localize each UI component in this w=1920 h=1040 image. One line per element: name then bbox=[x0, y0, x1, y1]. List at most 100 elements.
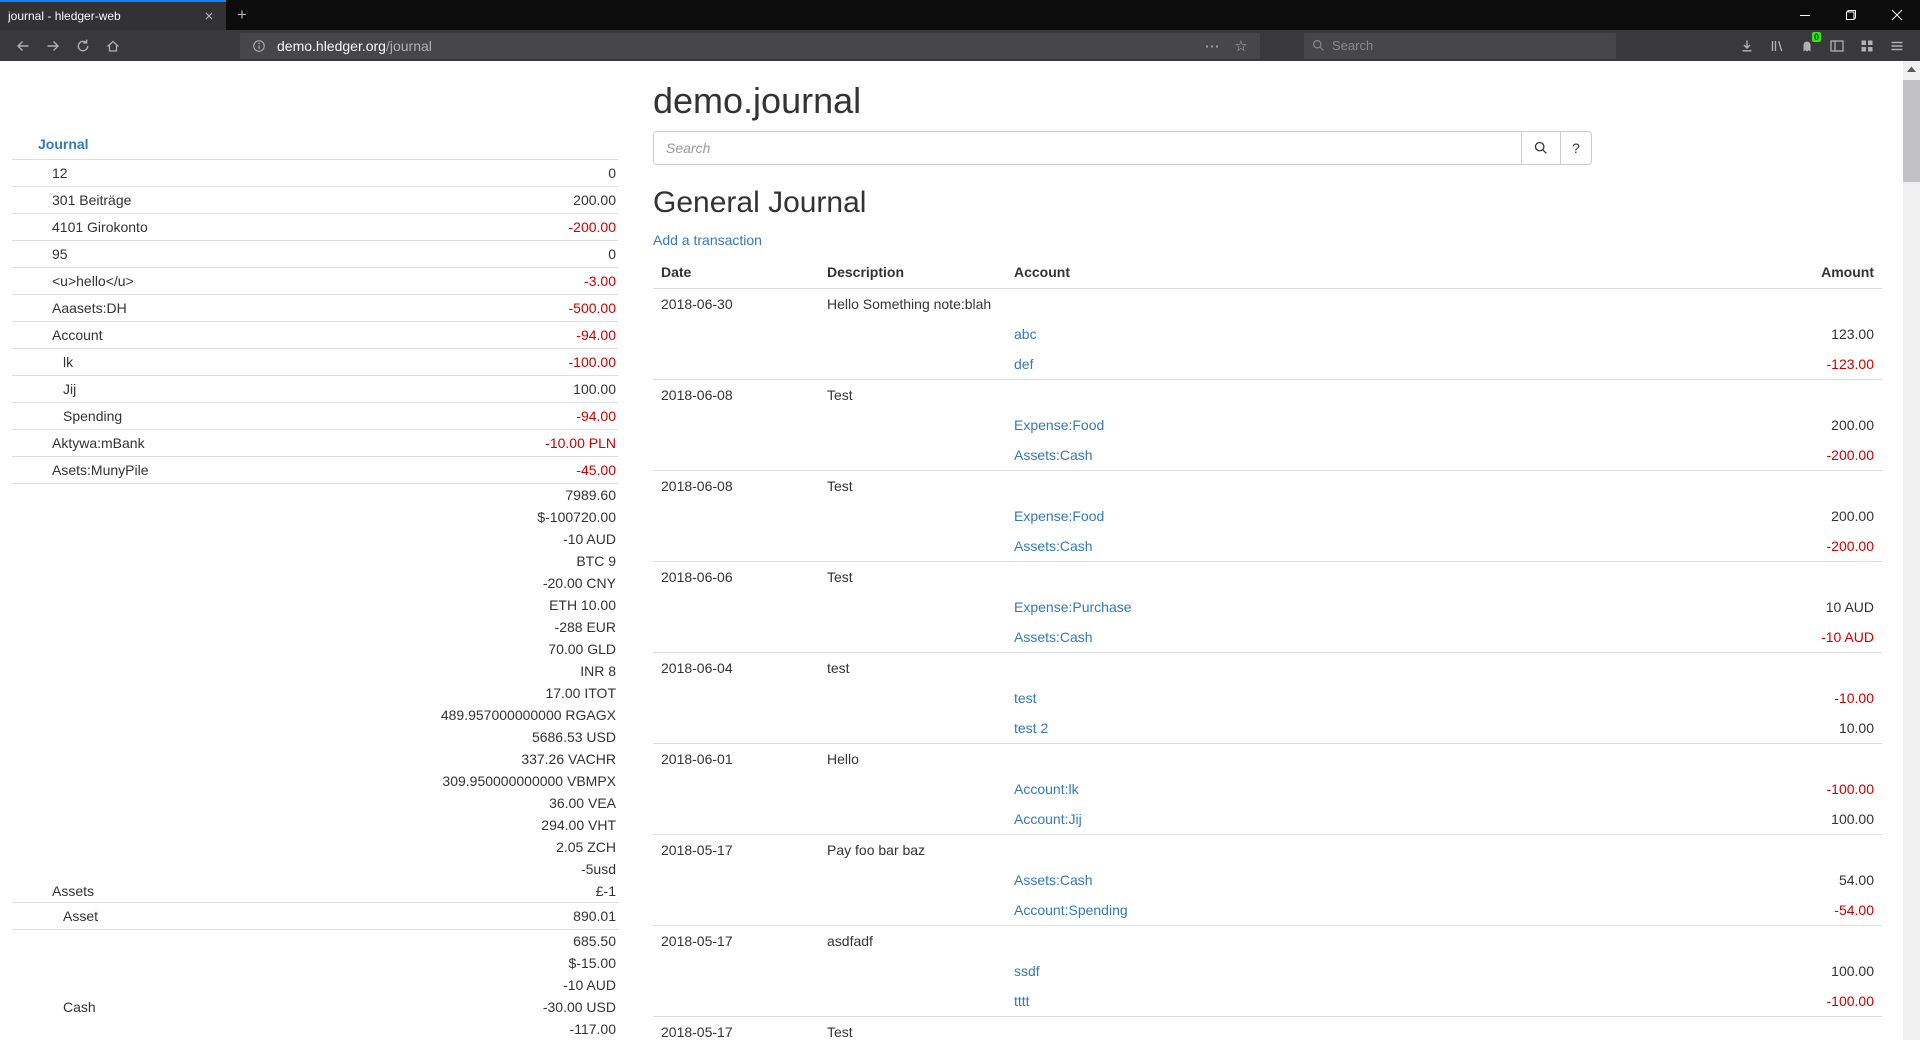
posting-account-link[interactable]: ssdf bbox=[1014, 963, 1040, 979]
posting-amount: -100.00 bbox=[1642, 986, 1882, 1017]
txn-date: 2018-06-08 bbox=[653, 380, 819, 411]
sidebar-account-link[interactable]: Assets bbox=[14, 880, 94, 902]
url-text[interactable]: demo.hledger.org/journal bbox=[277, 38, 1194, 54]
posting-account-link[interactable]: test 2 bbox=[1014, 720, 1048, 736]
posting-account-link[interactable]: def bbox=[1014, 356, 1033, 372]
scrollbar-thumb[interactable] bbox=[1903, 80, 1920, 182]
sidebar-account-link[interactable]: Aktywa:mBank bbox=[14, 433, 145, 454]
transaction-title-row[interactable]: 2018-06-08 Test bbox=[653, 380, 1882, 411]
posting-account-link[interactable]: Account:Jij bbox=[1014, 811, 1082, 827]
sidebars-icon[interactable] bbox=[1822, 32, 1852, 60]
sidebar-account-link[interactable]: Spending bbox=[14, 406, 122, 427]
tab-close-icon[interactable] bbox=[200, 2, 218, 30]
browser-tab[interactable]: journal - hledger-web bbox=[0, 0, 226, 30]
sidebar-account-link[interactable]: Cash bbox=[14, 996, 96, 1018]
journal-search-form: ? bbox=[653, 131, 1882, 165]
transaction-title-row[interactable]: 2018-05-17 Pay foo bar baz bbox=[653, 835, 1882, 866]
sidebar-journal-link[interactable]: Journal bbox=[12, 129, 618, 159]
sidebar-account-link[interactable]: 301 Beiträge bbox=[14, 190, 131, 211]
downloads-icon[interactable] bbox=[1732, 32, 1762, 60]
posting-account-link[interactable]: Assets:Cash bbox=[1014, 538, 1093, 554]
sidebar-account-row: Asets:MunyPile -45.00 bbox=[12, 456, 618, 483]
posting-account-link[interactable]: Assets:Cash bbox=[1014, 872, 1093, 888]
posting-row: Expense:Purchase 10 AUD bbox=[653, 592, 1882, 622]
site-info-icon[interactable] bbox=[248, 39, 270, 53]
posting-account-link[interactable]: Expense:Food bbox=[1014, 417, 1104, 433]
transaction-title-row[interactable]: 2018-05-17 Test bbox=[653, 1017, 1882, 1040]
sidebar-account-link[interactable]: 95 bbox=[14, 244, 68, 265]
new-tab-button[interactable]: + bbox=[226, 0, 258, 30]
sidebar-account-link[interactable]: Jij bbox=[14, 379, 76, 400]
sidebar-account-link[interactable]: Account bbox=[14, 325, 103, 346]
reload-icon[interactable] bbox=[68, 32, 98, 60]
col-header-account: Account bbox=[1006, 256, 1642, 289]
journal-table-header-row: Date Description Account Amount bbox=[653, 256, 1882, 289]
transaction-title-row[interactable]: 2018-06-04 test bbox=[653, 653, 1882, 684]
home-icon[interactable] bbox=[98, 32, 128, 60]
sidebar-account-link[interactable]: 12 bbox=[14, 163, 68, 184]
sidebar-account-balance: 7989.60 bbox=[565, 484, 616, 506]
sidebar-account-balance: 70.00 GLD bbox=[548, 638, 616, 660]
col-header-description: Description bbox=[819, 256, 1006, 289]
posting-row: Expense:Food 200.00 bbox=[653, 501, 1882, 531]
posting-account-link[interactable]: test bbox=[1014, 690, 1037, 706]
restore-button[interactable] bbox=[1828, 0, 1874, 30]
posting-account-link[interactable]: Expense:Food bbox=[1014, 508, 1104, 524]
sidebar-account-link[interactable]: Asset bbox=[14, 906, 98, 927]
posting-row: def -123.00 bbox=[653, 349, 1882, 380]
txn-description: Hello Something note:blah bbox=[819, 289, 1882, 320]
journal-search-button[interactable] bbox=[1521, 131, 1561, 165]
sidebar-account-row: -10 AUD bbox=[12, 528, 618, 550]
minimize-button[interactable] bbox=[1782, 0, 1828, 30]
page-viewport: Journal 12 0 301 Beiträge 200.00 4101 Gi… bbox=[0, 61, 1920, 1040]
vertical-scrollbar[interactable] bbox=[1903, 61, 1920, 1040]
sidebar-account-balance: -45.00 bbox=[576, 460, 616, 481]
journal-search-input[interactable] bbox=[653, 131, 1522, 165]
posting-amount: -200.00 bbox=[1642, 531, 1882, 562]
sidebar-account-row: 12 0 bbox=[12, 159, 618, 186]
sidebar-account-row: 309.950000000000 VBMPX bbox=[12, 770, 618, 792]
transaction-title-row[interactable]: 2018-06-01 Hello bbox=[653, 744, 1882, 775]
posting-account-link[interactable]: Account:lk bbox=[1014, 781, 1079, 797]
menu-icon[interactable] bbox=[1882, 32, 1912, 60]
sidebar-account-link[interactable]: 4101 Girokonto bbox=[14, 217, 148, 238]
posting-account-link[interactable]: Account:Spending bbox=[1014, 902, 1128, 918]
bookmark-star-icon[interactable]: ☆ bbox=[1230, 37, 1252, 55]
sidebar-account-link[interactable]: Asets:MunyPile bbox=[14, 460, 148, 481]
sidebar-account-row: <u>hello</u> -3.00 bbox=[12, 267, 618, 294]
search-help-button[interactable]: ? bbox=[1560, 131, 1592, 165]
back-icon[interactable] bbox=[8, 32, 38, 60]
sidebar-account-balance: 0 bbox=[608, 244, 616, 265]
url-bar[interactable]: demo.hledger.org/journal ⋯ ☆ bbox=[240, 33, 1260, 59]
sidebar-account-row: 301 Beiträge 200.00 bbox=[12, 186, 618, 213]
browser-search-bar[interactable]: Search bbox=[1304, 33, 1616, 59]
posting-amount: -100.00 bbox=[1642, 774, 1882, 804]
posting-account-link[interactable]: abc bbox=[1014, 326, 1037, 342]
posting-row: Assets:Cash -200.00 bbox=[653, 440, 1882, 471]
sidebar-account-row: -288 EUR bbox=[12, 616, 618, 638]
forward-icon[interactable] bbox=[38, 32, 68, 60]
scroll-up-arrow-icon[interactable] bbox=[1903, 61, 1920, 78]
close-button[interactable] bbox=[1874, 0, 1920, 30]
txn-description: test bbox=[819, 653, 1882, 684]
page-actions-icon[interactable]: ⋯ bbox=[1201, 37, 1223, 55]
posting-account-link[interactable]: Assets:Cash bbox=[1014, 629, 1093, 645]
library-icon[interactable] bbox=[1762, 32, 1792, 60]
posting-account-link[interactable]: Assets:Cash bbox=[1014, 447, 1093, 463]
extension-icon[interactable]: 0 bbox=[1792, 32, 1822, 60]
sidebar-account-row: -117.00 bbox=[12, 1018, 618, 1040]
grid-icon[interactable] bbox=[1852, 32, 1882, 60]
sidebar-account-link[interactable]: <u>hello</u> bbox=[14, 271, 134, 292]
transaction-title-row[interactable]: 2018-05-17 asdfadf bbox=[653, 926, 1882, 957]
transaction-title-row[interactable]: 2018-06-06 Test bbox=[653, 562, 1882, 593]
url-domain: demo.hledger.org bbox=[277, 38, 386, 54]
sidebar-account-balance: $-15.00 bbox=[569, 952, 616, 974]
posting-amount: 100.00 bbox=[1642, 956, 1882, 986]
transaction-title-row[interactable]: 2018-06-30 Hello Something note:blah bbox=[653, 289, 1882, 320]
sidebar-account-link[interactable]: Aaasets:DH bbox=[14, 298, 127, 319]
add-transaction-link[interactable]: Add a transaction bbox=[653, 230, 762, 250]
transaction-title-row[interactable]: 2018-06-08 Test bbox=[653, 471, 1882, 502]
sidebar-account-link[interactable]: lk bbox=[14, 352, 73, 373]
posting-account-link[interactable]: tttt bbox=[1014, 993, 1030, 1009]
posting-account-link[interactable]: Expense:Purchase bbox=[1014, 599, 1132, 615]
